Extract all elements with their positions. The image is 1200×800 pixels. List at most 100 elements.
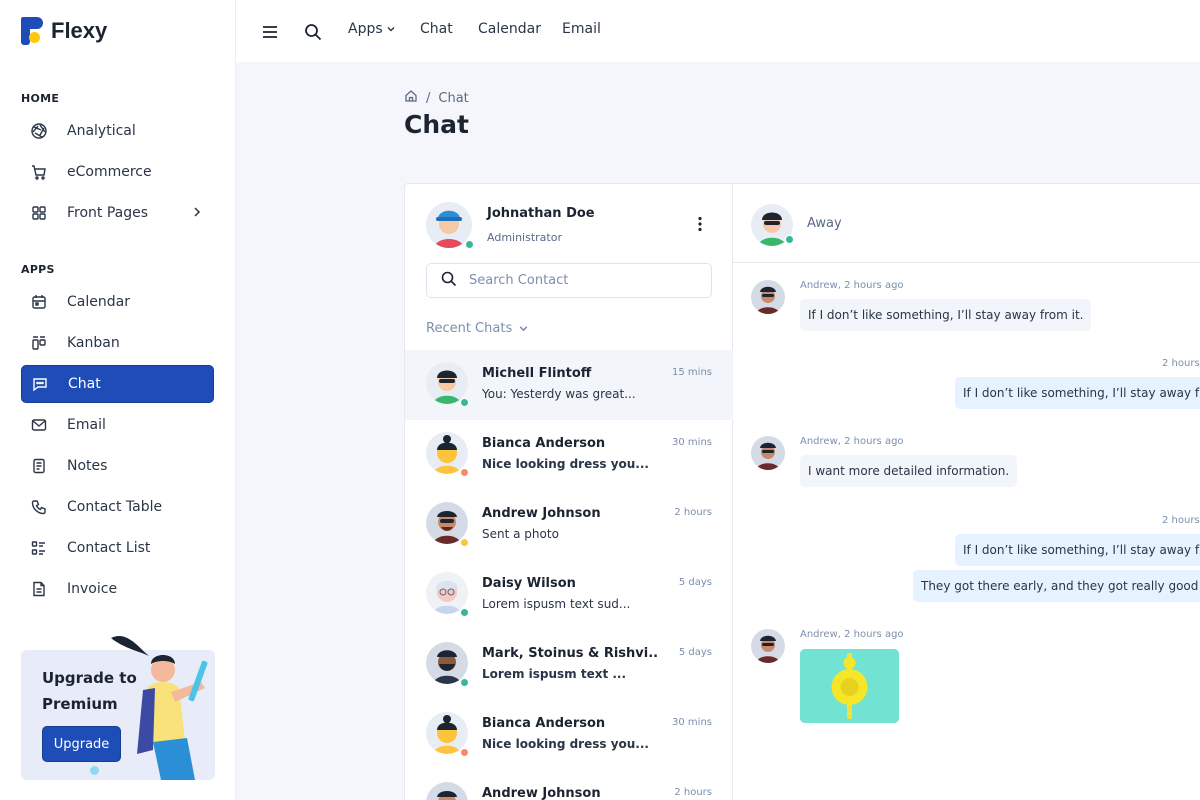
chevron-down-icon [387,27,395,32]
sidebar-item-label: Email [67,417,106,433]
nav-link-apps[interactable]: Apps [348,21,396,37]
promo-illustration [111,635,208,780]
contact-avatar [426,782,468,800]
sidebar-item-analytical[interactable]: Analytical [21,112,214,150]
chat-time: 2 hours [674,507,712,518]
sidebar-item-label: Contact Table [67,499,163,515]
phone-icon [31,499,47,515]
search-icon[interactable] [304,23,322,45]
sidebar-item-label: eCommerce [67,164,152,180]
message-meta: 2 hours [1162,358,1200,369]
chevron-down-icon [519,326,528,332]
contacts-pane: Johnathan Doe Administrator Recent Chats… [405,184,733,800]
nav-link-calendar[interactable]: Calendar [478,21,541,37]
aperture-icon [31,123,47,139]
breadcrumb: / Chat [404,89,469,107]
upgrade-promo-card: Upgrade to Premium Upgrade [21,635,215,780]
sidebar-item-invoice[interactable]: Invoice [21,570,214,608]
nav-link-chat[interactable]: Chat [420,21,453,37]
notes-icon [31,458,47,474]
sidebar-item-front-pages[interactable]: Front Pages [21,194,214,232]
more-vertical-icon[interactable] [697,216,703,236]
search-contact-input[interactable] [469,273,689,288]
chat-list-item[interactable]: Andrew Johnson Sent a photo 2 hours [405,490,733,560]
sidebar-item-contact-list[interactable]: Contact List [21,529,214,567]
message-icon [32,376,48,392]
message-bubble-outgoing: They got there early, and they got reall… [913,570,1200,602]
chat-list-item[interactable]: Mark, Stoinus & Rishvi.. Lorem ispusm te… [405,630,733,700]
sidebar-item-label: Invoice [67,581,118,597]
chat-time: 30 mins [672,717,712,728]
sidebar-item-contact-table[interactable]: Contact Table [21,488,214,526]
message-meta: Andrew, 2 hours ago [800,436,904,447]
status-dot [460,748,469,757]
home-icon[interactable] [404,89,418,107]
chat-list-item[interactable]: Michell Flintoff You: Yesterdy was great… [405,350,733,420]
sidebar-item-label: Analytical [67,123,136,139]
chat-contact-name: Daisy Wilson [482,576,576,591]
message-bubble-incoming: If I don’t like something, I’ll stay awa… [800,299,1092,331]
sidebar-item-calendar[interactable]: Calendar [21,283,214,321]
conversation-pane: Away Andrew, 2 hours ago If I don’t like… [733,184,1200,800]
chat-contact-name: Andrew Johnson [482,506,601,521]
chat-contact-name: Andrew Johnson [482,786,601,800]
chat-preview: Sent a photo [482,527,559,541]
sidebar-item-label: Calendar [67,294,130,310]
message-meta: Andrew, 2 hours ago [800,280,904,291]
sidebar-item-kanban[interactable]: Kanban [21,324,214,362]
grid-icon [31,205,47,221]
chat-contact-name: Michell Flintoff [482,366,592,381]
nav-heading-apps: APPS [21,263,55,276]
chat-time: 30 mins [672,437,712,448]
mail-icon [31,417,47,433]
recent-chats-dropdown[interactable]: Recent Chats [426,321,529,336]
chevron-right-icon [190,204,204,223]
chat-list-item[interactable]: Daisy Wilson Lorem ispusm text sud... 5 … [405,560,733,630]
invoice-icon [31,581,47,597]
chat-list-item[interactable]: Andrew Johnson 2 hours [405,770,733,800]
chat-preview: Lorem ispusm text sud... [482,597,631,611]
chat-list-item[interactable]: Bianca Anderson Nice looking dress you..… [405,700,733,770]
chat-preview: Lorem ispusm text ... [482,667,627,681]
chat-time: 15 mins [672,367,712,378]
sidebar-item-email[interactable]: Email [21,406,214,444]
sidebar-item-notes[interactable]: Notes [21,447,214,485]
breadcrumb-separator: / [426,90,431,106]
chat-preview: Nice looking dress you... [482,737,649,751]
sidebar-item-label: Notes [67,458,108,474]
status-dot [460,468,469,477]
decorative-dot [90,766,99,775]
breadcrumb-current: Chat [438,90,469,106]
logo-icon [21,17,43,45]
chat-contact-name: Bianca Anderson [482,716,606,731]
profile-name: Johnathan Doe [487,206,595,221]
chat-time: 2 hours [674,787,712,798]
chat-preview: Nice looking dress you... [482,457,649,471]
sidebar-item-ecommerce[interactable]: eCommerce [21,153,214,191]
page-title: Chat [404,110,469,139]
kanban-icon [31,335,47,351]
menu-icon[interactable] [262,24,278,43]
message-meta: Andrew, 2 hours ago [800,629,904,640]
sidebar-item-label: Contact List [67,540,151,556]
message-bubble-incoming: I want more detailed information. [800,455,1018,487]
message-image[interactable] [800,649,899,723]
recipient-status: Away [807,216,842,231]
brand-logo[interactable]: Flexy [21,17,107,45]
status-dot [460,678,469,687]
contact-search[interactable] [426,263,712,298]
chat-time: 5 days [678,647,712,658]
nav-link-email[interactable]: Email [562,21,601,37]
chat-contact-name: Mark, Stoinus & Rishvi.. [482,646,659,661]
sidebar: Flexy HOME Analytical eCommerce Front Pa… [0,0,236,800]
sidebar-item-chat[interactable]: Chat [21,365,214,403]
online-status-dot [465,240,474,249]
chat-list-item[interactable]: Bianca Anderson Nice looking dress you..… [405,420,733,490]
status-dot [785,235,794,244]
message-bubble-outgoing: If I don’t like something, I’ll stay awa… [955,377,1200,409]
calendar-icon [31,294,47,310]
chat-preview: You: Yesterdy was great... [482,387,636,401]
brand-name: Flexy [51,18,108,43]
recent-chats-label: Recent Chats [426,321,513,336]
sender-avatar [751,436,785,470]
